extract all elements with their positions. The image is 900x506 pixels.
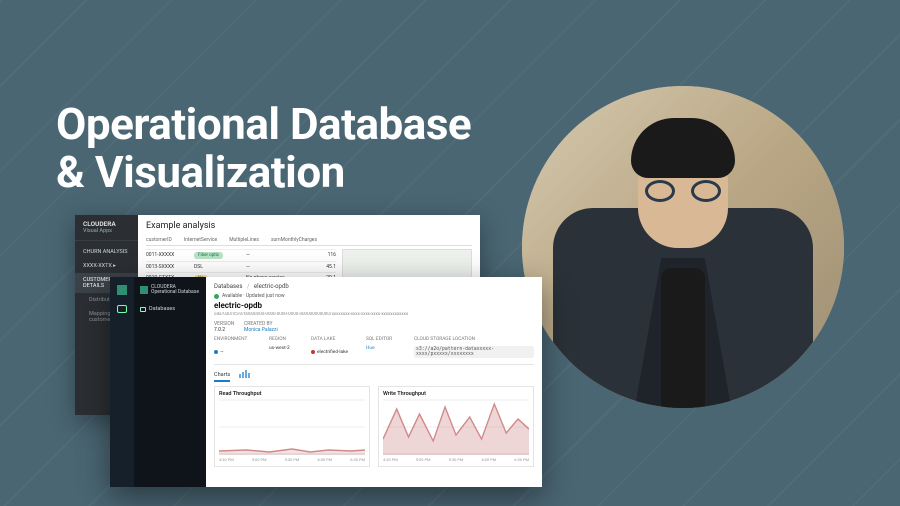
chart-read-throughput: Read Throughput 4:30 PM5:00 PM5:30 PM6:0…	[214, 386, 370, 467]
tab-charts[interactable]: Charts	[214, 372, 230, 382]
va-brand: CLOUDERA Visual Apps	[75, 215, 138, 241]
opdb-nav-rail	[110, 277, 134, 487]
chart-write-throughput: Write Throughput 4:30 PM5:00 PM5:30 PM6:…	[378, 386, 534, 467]
main-title: Operational Database & Visualization	[56, 100, 471, 197]
va-col-header: customerID	[146, 237, 172, 243]
opdb-brand: CLOUDERAOperational Database	[140, 285, 200, 295]
createdby-link[interactable]: Monica Palazzi	[244, 327, 304, 333]
va-col-header: sumMonthlyCharges	[271, 237, 317, 243]
opdb-sidebar: CLOUDERAOperational Database Databases	[134, 277, 206, 487]
databases-icon[interactable]	[117, 305, 127, 313]
breadcrumb: Databases / electric-opdb	[214, 283, 534, 290]
db-title: electric-opdb	[214, 301, 534, 310]
status-dot-icon	[214, 294, 219, 299]
va-column-headers: customerID InternetService MultipleLines su…	[146, 237, 472, 246]
chart-tab-icon	[238, 369, 252, 379]
logo-icon	[117, 285, 127, 295]
sql-editor-link[interactable]: Hue	[366, 346, 414, 358]
status-line: Available · Updated just now	[214, 293, 534, 299]
va-col-header: InternetService	[184, 237, 217, 243]
db-path: odx/030/05/0/00000000-0000-0000-0000-000…	[214, 312, 534, 317]
screenshot-stack: CLOUDERA Visual Apps CHURN ANALYSISXXXX-…	[75, 215, 560, 495]
opdb-panel: CLOUDERAOperational Database Databases D…	[110, 277, 542, 487]
breadcrumb-root[interactable]: Databases	[214, 283, 242, 290]
datalake-dot-icon	[311, 350, 315, 354]
breadcrumb-current: electric-opdb	[254, 283, 289, 290]
va-sidebar-item[interactable]: XXXX-XXTX ▸	[75, 259, 138, 273]
table-row[interactable]: 0011-XXXXXFiber optic—116	[146, 249, 336, 261]
va-page-title: Example analysis	[146, 221, 472, 231]
meta-values: 7.0.2 Monica Palazzi	[214, 327, 534, 333]
sidebar-item-databases[interactable]: Databases	[140, 303, 200, 315]
va-col-header: MultipleLines	[229, 237, 259, 243]
meta2-values: — us-west-2 electrified-lake Hue s3://a2…	[214, 346, 534, 358]
meta2-labels: ENVIRONMENT REGION DATA LAKE SQL EDITOR …	[214, 337, 534, 342]
logo-icon	[140, 286, 148, 294]
presenter-avatar	[522, 86, 844, 408]
opdb-main: Databases / electric-opdb Available · Up…	[206, 277, 542, 487]
database-icon	[140, 307, 146, 312]
table-row[interactable]: 0013-SXXXXDSL—45.1	[146, 261, 336, 272]
env-dot-icon	[214, 350, 218, 354]
va-sidebar-item[interactable]: CHURN ANALYSIS	[75, 245, 138, 259]
